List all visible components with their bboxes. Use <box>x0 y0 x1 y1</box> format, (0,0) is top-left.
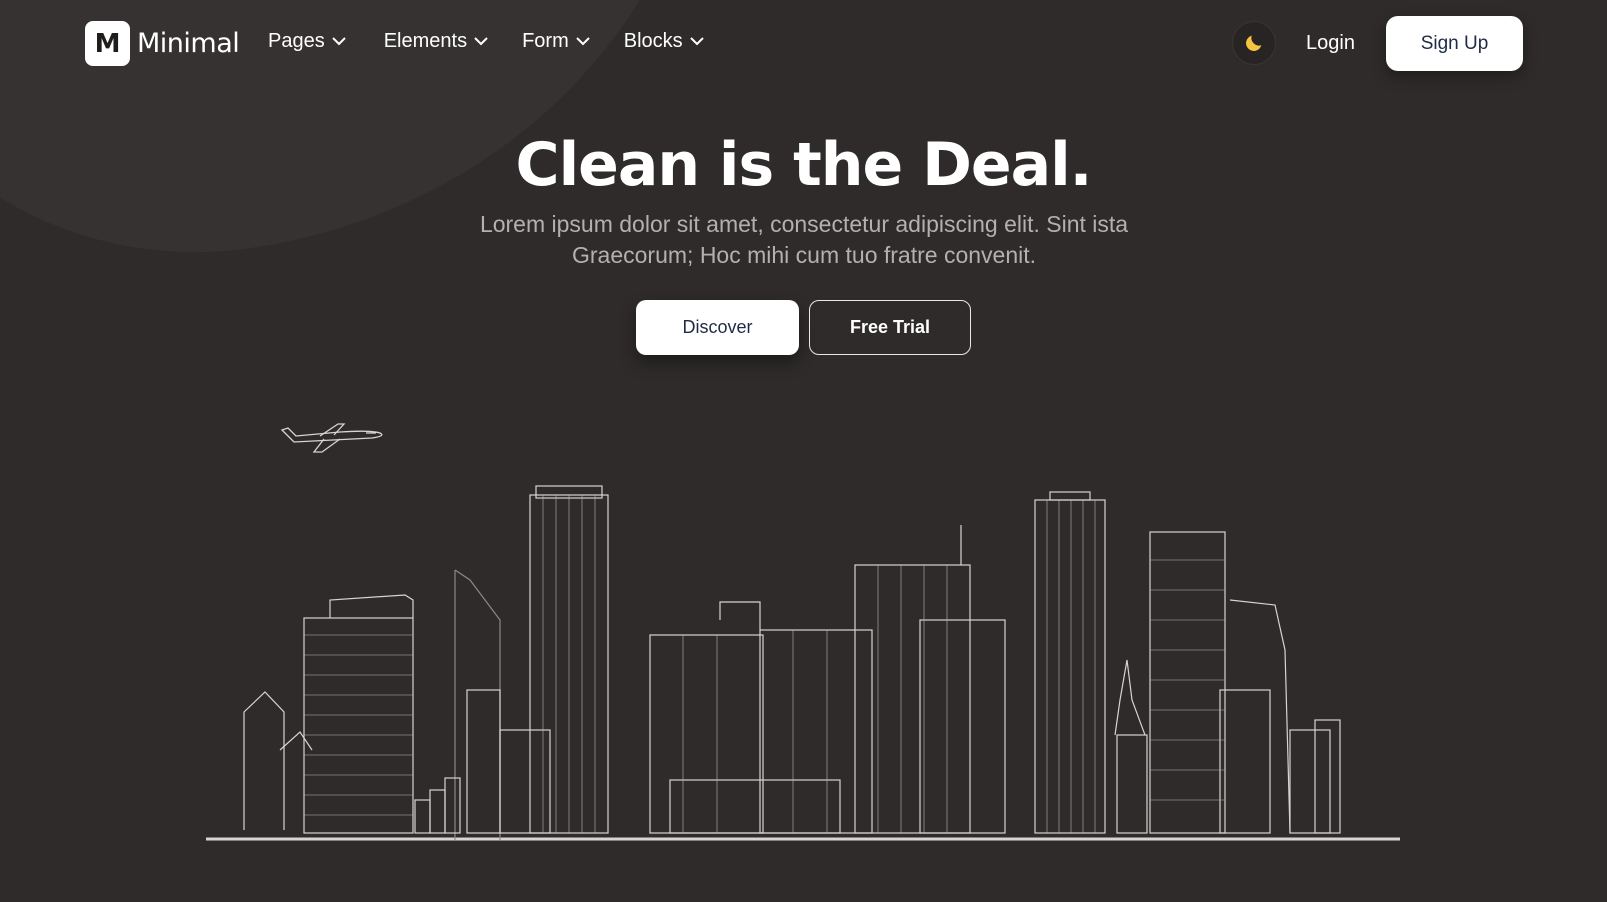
chevron-down-icon <box>474 37 488 46</box>
chevron-down-icon <box>332 37 346 46</box>
menu-item-blocks[interactable]: Blocks <box>624 30 704 53</box>
logo-text: Minimal <box>137 28 240 59</box>
chevron-down-icon <box>576 37 590 46</box>
hero-subtitle: Lorem ipsum dolor sit amet, consectetur … <box>479 211 1129 268</box>
signup-button[interactable]: Sign Up <box>1386 16 1523 71</box>
logo[interactable]: M Minimal <box>85 21 240 66</box>
top-navbar: M Minimal Pages Elements Form Blocks Log… <box>0 0 1607 88</box>
logo-mark: M <box>85 21 130 66</box>
free-trial-button[interactable]: Free Trial <box>809 300 971 355</box>
hero-title: Clean is the Deal. <box>515 130 1093 200</box>
menu-item-label: Elements <box>383 30 468 52</box>
menu-item-label: Pages <box>268 30 325 52</box>
menu-item-elements[interactable]: Elements <box>384 30 488 53</box>
moon-icon <box>1246 35 1262 51</box>
city-skyline-illustration <box>206 485 1400 841</box>
chevron-down-icon <box>689 37 704 46</box>
menu-item-label: Blocks <box>623 30 683 52</box>
main-menu: Pages Elements Form Blocks <box>268 30 704 53</box>
menu-item-label: Form <box>522 30 569 52</box>
discover-button[interactable]: Discover <box>636 300 799 355</box>
menu-item-pages[interactable]: Pages <box>268 30 346 53</box>
login-link[interactable]: Login <box>1306 32 1355 55</box>
theme-toggle-button[interactable] <box>1232 21 1276 65</box>
menu-item-form[interactable]: Form <box>522 30 590 53</box>
